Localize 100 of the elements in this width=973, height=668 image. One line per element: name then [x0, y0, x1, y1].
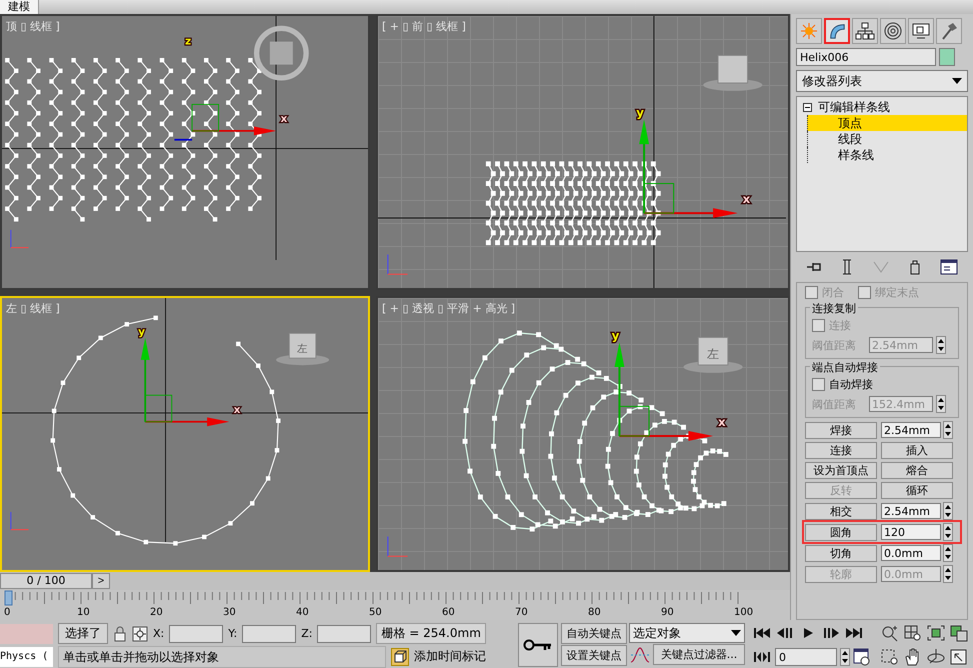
coordinate-label: Y:	[228, 627, 238, 640]
command-button[interactable]: 连接	[805, 442, 877, 459]
viewcube-label: 左	[297, 342, 308, 355]
previous-frame-icon[interactable]	[775, 626, 795, 640]
command-button[interactable]: 相交	[805, 502, 877, 520]
key-icon	[523, 638, 553, 652]
spinner-arrows-icon[interactable]	[943, 421, 953, 439]
y-coordinate-field[interactable]	[242, 624, 296, 642]
go-to-end-icon[interactable]	[844, 626, 864, 640]
axis-tripod-icon	[10, 512, 29, 530]
zoom-extents-icon[interactable]	[926, 624, 946, 642]
transform-gizmo-drawing[interactable]	[140, 338, 230, 426]
curve-icon[interactable]	[629, 644, 651, 664]
document-tab[interactable]: 建模	[0, 0, 39, 14]
orbit-icon[interactable]	[926, 648, 946, 666]
time-slider-thumb[interactable]: 0 / 100	[0, 573, 92, 589]
spinner-arrows-icon[interactable]	[943, 565, 953, 583]
axis-tripod-icon	[10, 230, 29, 248]
coordinate-label: X:	[153, 627, 164, 640]
time-tag-icon[interactable]	[391, 648, 409, 666]
z-coordinate-field[interactable]	[317, 624, 372, 642]
utilities-tab[interactable]	[936, 18, 962, 44]
status-prompt: 单击或单击并拖动以选择对象	[58, 646, 386, 668]
spinner-arrows-icon[interactable]	[943, 502, 953, 520]
viewcube-label: 左	[707, 347, 720, 362]
stack-sub-item[interactable]: 样条线	[807, 147, 967, 163]
set-key-mode-button[interactable]: 设置关键点	[561, 645, 627, 666]
object-name-field[interactable]: Helix006	[796, 48, 936, 66]
configure-icon[interactable]	[940, 259, 958, 275]
viewcube-icon[interactable]	[684, 336, 743, 373]
hierarchy-tab[interactable]	[852, 18, 878, 44]
axis-label: x	[280, 113, 288, 126]
spinner-field[interactable]: 2.54mm	[881, 503, 941, 519]
stack-sub-item[interactable]: 线段	[807, 131, 967, 147]
command-button[interactable]: 设为首顶点	[805, 462, 877, 479]
spinner-field[interactable]: 0.0mm	[881, 545, 941, 561]
threshold-label: 阈值距离	[812, 338, 857, 352]
spinner-arrows-icon[interactable]	[943, 544, 953, 562]
axis-tripod-icon	[387, 536, 408, 557]
motion-tab[interactable]	[880, 18, 906, 44]
viewcube-icon[interactable]	[703, 54, 762, 91]
spinner-arrows-icon[interactable]	[936, 395, 946, 413]
grid-size-text: 栅格 = 254.0mm	[376, 623, 486, 644]
pipe-icon[interactable]	[841, 259, 854, 275]
lock-icon[interactable]	[113, 626, 127, 642]
monitor-icon	[911, 21, 931, 41]
spinner-arrows-icon[interactable]	[840, 648, 850, 666]
spinner-field[interactable]: 2.54mm	[881, 422, 941, 438]
disc-icon	[883, 21, 903, 41]
key-mode-icon[interactable]	[752, 650, 772, 664]
spinner-field[interactable]: 120	[881, 524, 941, 540]
axis-label: z	[185, 35, 192, 48]
trash-icon[interactable]	[908, 259, 921, 275]
axis-label: x	[718, 415, 726, 430]
hierarchy-icon	[855, 21, 875, 41]
command-button[interactable]: 熔合	[881, 462, 953, 479]
script-listener-field[interactable]	[0, 624, 53, 644]
set-key-button[interactable]	[518, 623, 558, 667]
threshold-label: 阈值距离	[812, 396, 857, 412]
sun-icon	[799, 21, 819, 41]
object-color-swatch[interactable]	[939, 48, 955, 66]
next-frame-icon[interactable]	[821, 626, 841, 640]
next-frame-button[interactable]: >	[92, 573, 110, 589]
collapse-icon[interactable]	[803, 102, 812, 112]
key-filters-button[interactable]: 关键点过滤器...	[653, 644, 745, 665]
transform-gizmo-drawing[interactable]	[174, 104, 276, 141]
key-set-dropdown[interactable]: 选定对象	[629, 623, 745, 643]
command-button[interactable]: 焊接	[805, 422, 877, 438]
stack-item[interactable]: 可编辑样条线	[797, 99, 967, 115]
pin-icon[interactable]	[806, 260, 822, 274]
stack-sub-item[interactable]: 顶点	[807, 115, 967, 131]
x-coordinate-field[interactable]	[169, 624, 224, 642]
modify-tab[interactable]	[824, 18, 850, 44]
group-title: 连接复制	[810, 301, 858, 316]
crosshair-icon[interactable]	[132, 626, 148, 642]
axis-label: x	[742, 192, 750, 206]
maximize-viewport-icon[interactable]	[949, 648, 969, 666]
zoom-region-icon[interactable]	[880, 648, 900, 666]
command-button[interactable]: 循环	[881, 482, 953, 499]
command-button[interactable]: 插入	[881, 442, 953, 459]
time-tag-text[interactable]: 添加时间标记	[414, 648, 486, 665]
spinner-arrows-icon[interactable]	[943, 523, 953, 541]
frame-field[interactable]: 0	[775, 648, 837, 666]
time-configuration-icon[interactable]	[853, 648, 871, 666]
checkbox[interactable]: 自动焊接	[812, 377, 952, 392]
zoom-extents-all-icon[interactable]	[949, 624, 969, 642]
modifier-list-dropdown[interactable]: 修改器列表	[796, 70, 968, 92]
selection-button[interactable]: 选择了	[58, 623, 108, 644]
command-button[interactable]: 切角	[805, 544, 877, 562]
caret-icon	[952, 78, 962, 84]
viewcube-icon[interactable]	[276, 332, 330, 366]
auto-key-button[interactable]: 自动关键点	[561, 623, 627, 644]
zoom-icon[interactable]	[880, 624, 900, 642]
command-button[interactable]: 圆角	[805, 524, 877, 540]
display-tab[interactable]	[908, 18, 934, 44]
go-to-start-icon[interactable]	[752, 626, 772, 640]
zoom-all-icon[interactable]	[903, 624, 923, 642]
script-listener-field[interactable]: Physcs (	[0, 646, 53, 666]
transform-gizmo-drawing[interactable]	[639, 119, 738, 218]
spinner-arrows-icon[interactable]	[936, 336, 946, 354]
